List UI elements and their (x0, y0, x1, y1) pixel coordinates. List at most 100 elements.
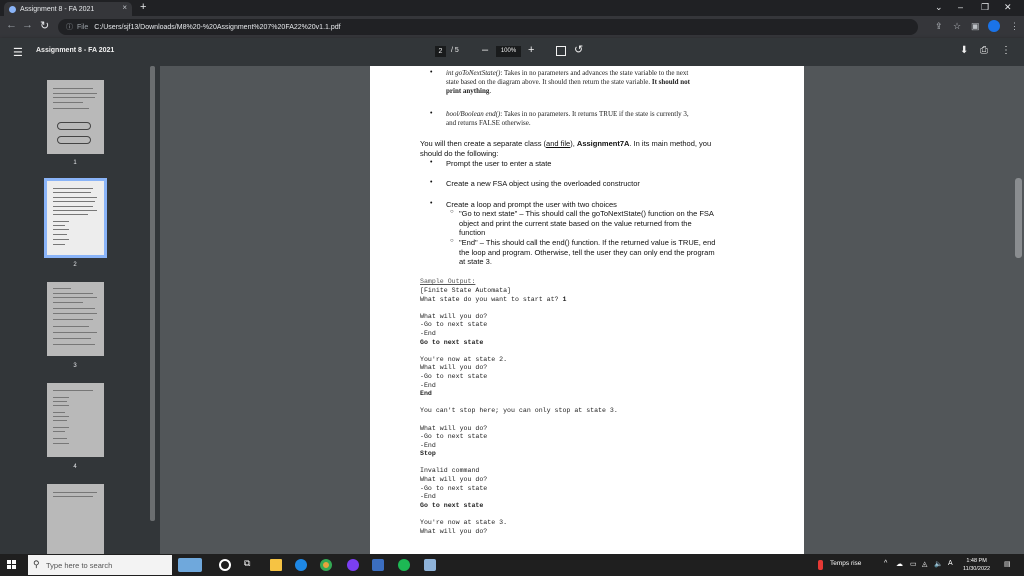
share-icon[interactable]: ⇪ (935, 21, 943, 32)
output-line: Stop (420, 450, 436, 458)
app-icon[interactable] (424, 559, 436, 571)
hamburger-menu-icon[interactable]: ☰ (13, 46, 23, 59)
chrome-icon[interactable] (320, 559, 332, 571)
reload-icon[interactable]: ↻ (40, 19, 49, 32)
sub-bullet-icon: ○ (450, 238, 454, 244)
output-line: What will you do? (420, 364, 488, 372)
address-bar[interactable]: ⓘ File C:/Users/sjf13/Downloads/M8%20-%2… (58, 19, 918, 35)
minimize-icon[interactable]: – (958, 2, 963, 12)
taskbar-search-input[interactable]: ⚲ Type here to search (28, 555, 172, 575)
output-line: Go to next state (420, 501, 484, 509)
close-tab-icon[interactable]: × (122, 3, 127, 12)
instructions-paragraph: You will then create a separate class (a… (420, 139, 712, 158)
output-line: What state do you want to start at? 1 (420, 295, 567, 303)
thumbnail-number: 3 (73, 363, 77, 369)
print-icon[interactable]: ⎙ (980, 45, 988, 56)
site-icon (9, 5, 16, 13)
page-thumbnail-3[interactable] (47, 282, 104, 356)
new-tab-button[interactable]: + (140, 1, 146, 13)
app-icon[interactable] (372, 559, 384, 571)
output-line: You're now at state 2. (420, 355, 508, 363)
output-line: What will you do? (420, 527, 488, 535)
sub-step-end: "End" – This should call the end() funct… (459, 238, 716, 266)
weather-text[interactable]: Temps rise (830, 560, 861, 567)
restore-icon[interactable]: ❐ (981, 2, 989, 13)
output-line: -End (420, 381, 436, 389)
output-line: -Go to next state (420, 372, 488, 380)
download-icon[interactable]: ⬇ (960, 45, 968, 56)
output-line: -End (420, 493, 436, 501)
notifications-icon[interactable]: ▤ (1004, 560, 1011, 568)
bullet-icon: • (430, 200, 433, 207)
output-line: End (420, 390, 432, 398)
bookmark-star-icon[interactable]: ☆ (953, 21, 961, 32)
bullet-icon: • (430, 179, 433, 186)
sample-output-heading: Sample Output: (420, 278, 476, 285)
info-icon: ⓘ (66, 24, 73, 31)
step-create-fsa: Create a new FSA object using the overlo… (446, 179, 640, 188)
url-scheme-label: File (77, 23, 89, 31)
page-thumbnail-2[interactable] (44, 178, 107, 258)
edge-icon[interactable] (295, 559, 307, 571)
output-line: -Go to next state (420, 433, 488, 441)
search-placeholder: Type here to search (46, 560, 113, 570)
volume-icon[interactable]: 🔈 (934, 560, 943, 568)
chevron-down-icon[interactable]: ⌄ (935, 2, 943, 13)
language-icon[interactable]: A (948, 560, 953, 567)
cortana-icon[interactable] (219, 559, 231, 571)
time: 1:48 PM (966, 558, 987, 564)
chevron-up-icon[interactable]: ^ (884, 560, 887, 567)
cloud-icon[interactable]: ☁ (896, 560, 903, 568)
spotify-icon[interactable] (398, 559, 410, 571)
app-icon[interactable] (347, 559, 359, 571)
thumbnail-number: 2 (73, 262, 77, 268)
clock[interactable]: 1:48 PM 11/30/2022 (963, 557, 990, 573)
page-thumbnail-1[interactable] (47, 80, 104, 154)
zoom-input[interactable]: 100% (496, 46, 521, 57)
thermometer-icon (818, 560, 823, 570)
sub-bullet-icon: ○ (450, 209, 454, 215)
document-viewer: • int goToNextState(): Takes in no param… (160, 66, 1024, 554)
zoom-in-button[interactable]: + (528, 44, 534, 56)
page-count: / 5 (451, 47, 459, 54)
back-icon[interactable]: ← (6, 19, 17, 31)
step-prompt-state: Prompt the user to enter a state (446, 159, 552, 168)
browser-tab[interactable]: Assignment 8 - FA 2021 × (4, 2, 132, 16)
forward-icon[interactable]: → (22, 19, 33, 31)
output-line: What will you do? (420, 312, 488, 320)
bullet-gotonextstate: int goToNextState(): Takes in no paramet… (446, 69, 690, 95)
fit-page-icon[interactable] (556, 46, 566, 56)
file-explorer-icon[interactable] (270, 559, 282, 571)
page-number-input[interactable]: 2 (435, 46, 446, 57)
output-line: -Go to next state (420, 321, 488, 329)
profile-avatar[interactable] (988, 20, 1000, 32)
page-thumbnail-4[interactable] (47, 383, 104, 457)
output-line: -End (420, 329, 436, 337)
output-line: [Finite State Automata] (420, 287, 512, 294)
thumbnail-scrollbar[interactable] (150, 66, 155, 521)
output-line: What will you do? (420, 424, 488, 432)
network-icon[interactable]: ◬ (922, 560, 927, 568)
output-line: Invalid command (420, 467, 480, 475)
thumbnail-number: 1 (73, 160, 77, 166)
task-view-icon[interactable]: ⧉ (244, 558, 256, 570)
document-scrollbar[interactable] (1015, 178, 1022, 258)
bullet-end: bool/Boolean end(): Takes in no paramete… (446, 110, 689, 127)
page-thumbnail-5[interactable] (47, 484, 104, 554)
output-line: Go to next state (420, 338, 484, 346)
rotate-icon[interactable]: ↺ (574, 43, 583, 56)
battery-icon[interactable]: ▭ (910, 560, 917, 568)
more-actions-icon[interactable]: ⋮ (1001, 45, 1011, 56)
zoom-out-button[interactable]: – (482, 44, 488, 56)
sidepanel-icon[interactable]: ▣ (971, 21, 980, 32)
windows-taskbar: ⚲ Type here to search ⧉ Temps rise ^ ☁ ▭… (0, 554, 1024, 576)
pdf-toolbar: ☰ Assignment 8 - FA 2021 2 / 5 – 100% + … (0, 38, 1024, 66)
close-window-icon[interactable]: ✕ (1004, 2, 1012, 13)
windows-start-icon[interactable] (7, 560, 17, 570)
weather-widget-icon[interactable] (178, 558, 202, 572)
chrome-menu-icon[interactable]: ⋮ (1010, 21, 1019, 32)
